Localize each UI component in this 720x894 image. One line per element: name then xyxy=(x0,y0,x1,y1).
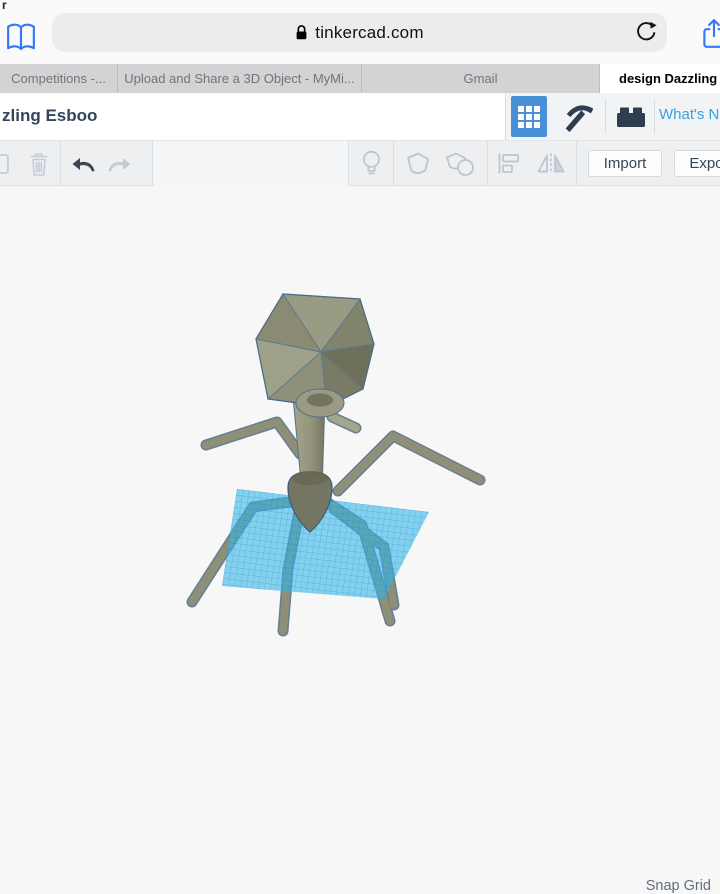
tab-competitions[interactable]: Competitions -... xyxy=(0,64,118,93)
export-label: Export xyxy=(689,155,720,172)
divider xyxy=(487,141,488,186)
tab-label: design Dazzling E xyxy=(619,71,720,86)
divider xyxy=(654,99,655,134)
divider xyxy=(393,141,394,186)
bacteriophage-model xyxy=(0,186,720,720)
tab-bar: Competitions -... Upload and Share a 3D … xyxy=(0,64,720,93)
menubar-text-fragment: r xyxy=(2,0,7,12)
ungroup-button[interactable] xyxy=(440,141,480,186)
toolbar-spacer xyxy=(153,141,348,186)
show-all-button[interactable] xyxy=(356,141,386,186)
bookmarks-icon xyxy=(6,22,36,52)
ungroup-icon xyxy=(444,151,476,177)
address-bar[interactable]: tinkercad.com xyxy=(52,13,667,52)
blocks-view-button[interactable] xyxy=(511,96,547,137)
group-button[interactable] xyxy=(400,141,436,186)
divider xyxy=(576,141,577,186)
header-controls: What's N xyxy=(505,93,720,140)
divider xyxy=(60,141,61,186)
copy-icon xyxy=(0,153,10,175)
grid-3x3-icon xyxy=(517,105,541,129)
import-label: Import xyxy=(604,155,647,172)
group-icon xyxy=(404,151,432,176)
tab-upload-share[interactable]: Upload and Share a 3D Object - MyMi... xyxy=(118,64,362,93)
mirror-button[interactable] xyxy=(532,141,570,186)
brick-icon xyxy=(616,106,646,128)
redo-button[interactable] xyxy=(103,141,133,186)
trash-icon xyxy=(28,151,50,177)
divider xyxy=(348,141,349,186)
url-text: tinkercad.com xyxy=(315,23,423,43)
minecraft-export-button[interactable] xyxy=(556,99,600,135)
divider xyxy=(605,99,606,134)
align-icon xyxy=(497,152,522,175)
snap-grid-label: Snap Grid xyxy=(646,878,711,894)
undo-button[interactable] xyxy=(69,141,99,186)
import-button[interactable]: Import xyxy=(588,150,662,177)
tab-gmail[interactable]: Gmail xyxy=(362,64,600,93)
refresh-icon xyxy=(634,21,658,45)
tab-label: Competitions -... xyxy=(11,71,106,86)
lock-icon xyxy=(295,24,308,41)
phage-collar xyxy=(296,389,344,417)
whats-new-link[interactable]: What's N xyxy=(659,106,719,123)
tab-design-active[interactable]: design Dazzling E xyxy=(600,64,720,93)
mirror-icon xyxy=(536,152,566,175)
phage-baseplate-top xyxy=(292,471,328,485)
delete-button[interactable] xyxy=(26,141,52,186)
tab-label: Gmail xyxy=(464,71,498,86)
3d-viewport[interactable]: Snap Grid xyxy=(0,186,720,720)
bookmarks-button[interactable] xyxy=(6,22,40,56)
refresh-button[interactable] xyxy=(634,21,658,45)
design-name[interactable]: zling Esboo xyxy=(2,106,97,126)
align-button[interactable] xyxy=(493,141,525,186)
share-icon xyxy=(701,18,720,50)
lightbulb-icon xyxy=(361,150,382,177)
safari-toolbar: r tinkercad.com xyxy=(0,0,720,64)
phage-upper-arms xyxy=(206,417,480,491)
tinkercad-header: zling Esboo xyxy=(0,93,720,141)
redo-icon xyxy=(105,154,132,174)
share-button[interactable] xyxy=(701,18,720,50)
lego-export-button[interactable] xyxy=(610,99,652,135)
export-button[interactable]: Export xyxy=(674,150,720,177)
copy-button[interactable] xyxy=(0,141,10,186)
pickaxe-icon xyxy=(561,100,595,134)
editor-toolbar: Import Export xyxy=(0,141,720,186)
tab-label: Upload and Share a 3D Object - MyMi... xyxy=(124,71,355,86)
undo-icon xyxy=(71,154,98,174)
